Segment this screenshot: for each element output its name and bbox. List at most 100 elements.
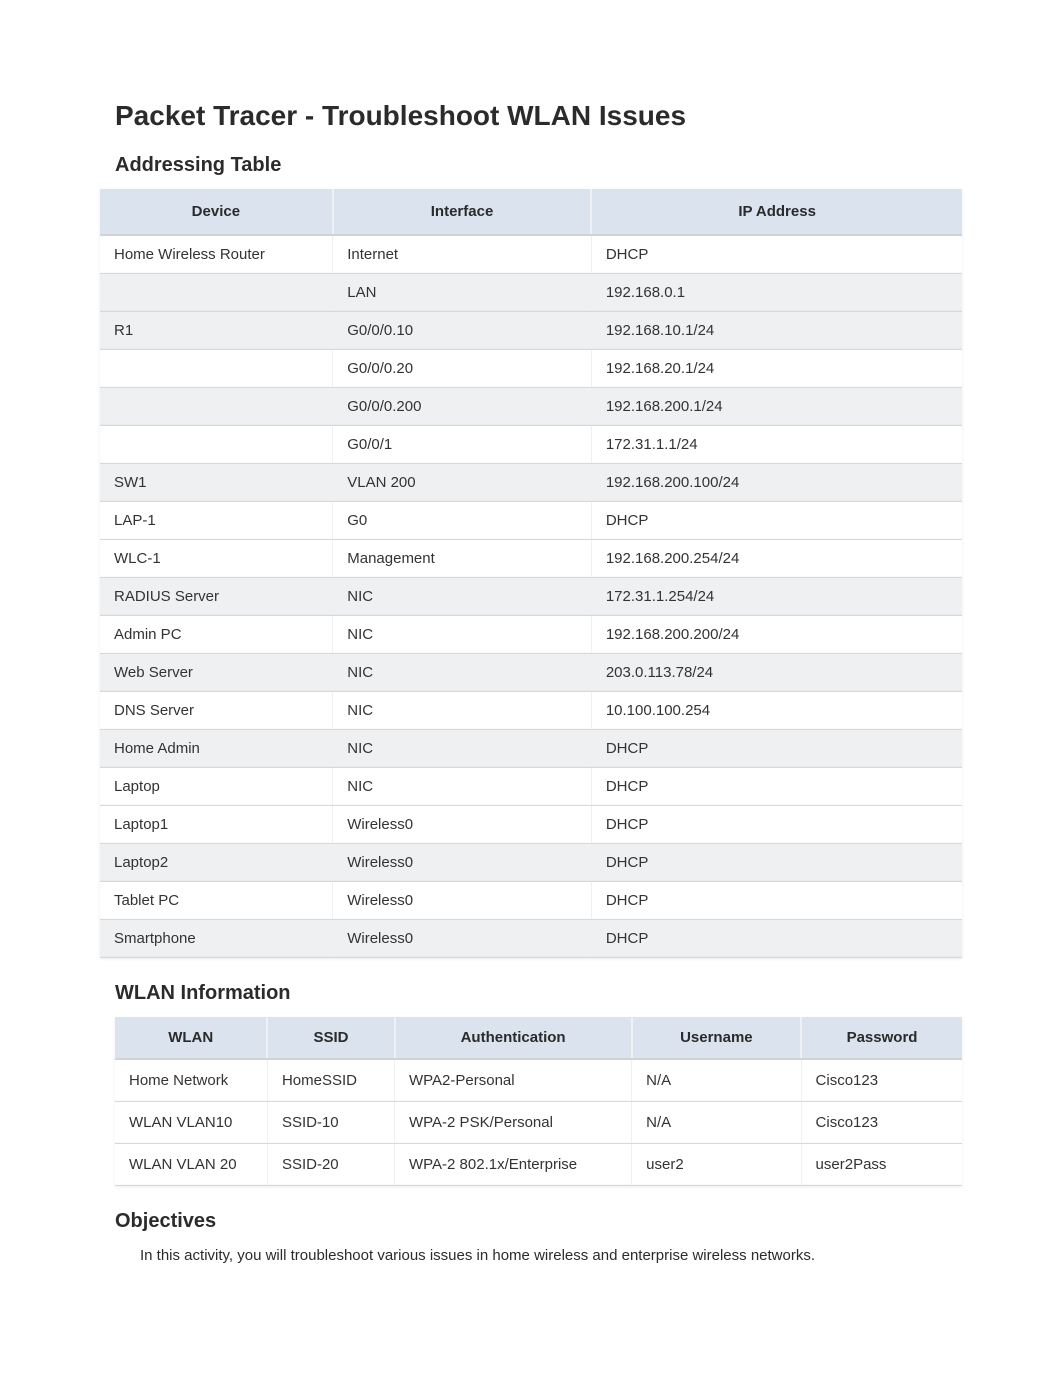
cell-wlan: WLAN VLAN10 bbox=[115, 1102, 267, 1144]
cell-user: N/A bbox=[632, 1102, 801, 1144]
cell-user: N/A bbox=[632, 1059, 801, 1102]
cell-ip: DHCP bbox=[591, 768, 962, 806]
cell-device bbox=[100, 388, 333, 426]
cell-ip: DHCP bbox=[591, 882, 962, 920]
addressing-heading: Addressing Table bbox=[115, 154, 962, 177]
table-row: G0/0/0.20192.168.20.1/24 bbox=[100, 350, 962, 388]
cell-ip: 192.168.20.1/24 bbox=[591, 350, 962, 388]
table-row: Home NetworkHomeSSIDWPA2-PersonalN/ACisc… bbox=[115, 1059, 962, 1102]
cell-ip: 192.168.200.1/24 bbox=[591, 388, 962, 426]
header-interface: Interface bbox=[333, 189, 592, 235]
cell-device: DNS Server bbox=[100, 692, 333, 730]
cell-interface: Internet bbox=[333, 235, 592, 274]
cell-interface: G0/0/1 bbox=[333, 426, 592, 464]
table-row: LAN192.168.0.1 bbox=[100, 274, 962, 312]
cell-interface: Wireless0 bbox=[333, 920, 592, 958]
header-pass: Password bbox=[801, 1017, 962, 1059]
cell-auth: WPA-2 PSK/Personal bbox=[395, 1102, 632, 1144]
cell-pass: Cisco123 bbox=[801, 1102, 962, 1144]
cell-auth: WPA2-Personal bbox=[395, 1059, 632, 1102]
table-row: Web ServerNIC203.0.113.78/24 bbox=[100, 654, 962, 692]
page-title: Packet Tracer - Troubleshoot WLAN Issues bbox=[115, 100, 962, 132]
cell-interface: NIC bbox=[333, 730, 592, 768]
cell-device: RADIUS Server bbox=[100, 578, 333, 616]
cell-ip: 10.100.100.254 bbox=[591, 692, 962, 730]
cell-interface: G0 bbox=[333, 502, 592, 540]
header-device: Device bbox=[100, 189, 333, 235]
header-ssid: SSID bbox=[267, 1017, 394, 1059]
table-row: SW1VLAN 200192.168.200.100/24 bbox=[100, 464, 962, 502]
cell-interface: LAN bbox=[333, 274, 592, 312]
cell-device: Admin PC bbox=[100, 616, 333, 654]
table-row: G0/0/0.200192.168.200.1/24 bbox=[100, 388, 962, 426]
cell-interface: G0/0/0.200 bbox=[333, 388, 592, 426]
cell-device bbox=[100, 350, 333, 388]
cell-device: Laptop1 bbox=[100, 806, 333, 844]
cell-ip: DHCP bbox=[591, 235, 962, 274]
cell-interface: G0/0/0.20 bbox=[333, 350, 592, 388]
cell-wlan: WLAN VLAN 20 bbox=[115, 1144, 267, 1186]
cell-ip: 192.168.200.100/24 bbox=[591, 464, 962, 502]
cell-ip: 172.31.1.254/24 bbox=[591, 578, 962, 616]
cell-interface: NIC bbox=[333, 616, 592, 654]
cell-interface: VLAN 200 bbox=[333, 464, 592, 502]
cell-device: Laptop bbox=[100, 768, 333, 806]
cell-ip: DHCP bbox=[591, 920, 962, 958]
cell-pass: user2Pass bbox=[801, 1144, 962, 1186]
table-row: R1G0/0/0.10192.168.10.1/24 bbox=[100, 312, 962, 350]
cell-ip: 192.168.10.1/24 bbox=[591, 312, 962, 350]
cell-interface: Wireless0 bbox=[333, 844, 592, 882]
header-auth: Authentication bbox=[395, 1017, 632, 1059]
table-row: RADIUS ServerNIC172.31.1.254/24 bbox=[100, 578, 962, 616]
header-ip: IP Address bbox=[591, 189, 962, 235]
table-row: Home AdminNICDHCP bbox=[100, 730, 962, 768]
table-row: LAP-1G0DHCP bbox=[100, 502, 962, 540]
cell-ip: DHCP bbox=[591, 806, 962, 844]
cell-ip: DHCP bbox=[591, 502, 962, 540]
cell-device: Laptop2 bbox=[100, 844, 333, 882]
table-row: WLAN VLAN10SSID-10WPA-2 PSK/PersonalN/AC… bbox=[115, 1102, 962, 1144]
cell-pass: Cisco123 bbox=[801, 1059, 962, 1102]
table-row: LaptopNICDHCP bbox=[100, 768, 962, 806]
cell-interface: NIC bbox=[333, 768, 592, 806]
cell-interface: Management bbox=[333, 540, 592, 578]
cell-wlan: Home Network bbox=[115, 1059, 267, 1102]
table-row: G0/0/1172.31.1.1/24 bbox=[100, 426, 962, 464]
cell-interface: G0/0/0.10 bbox=[333, 312, 592, 350]
cell-interface: NIC bbox=[333, 654, 592, 692]
table-row: WLC-1Management192.168.200.254/24 bbox=[100, 540, 962, 578]
wlan-heading: WLAN Information bbox=[115, 982, 962, 1005]
cell-ip: 192.168.200.254/24 bbox=[591, 540, 962, 578]
cell-device: Home Admin bbox=[100, 730, 333, 768]
table-header-row: Device Interface IP Address bbox=[100, 189, 962, 235]
cell-user: user2 bbox=[632, 1144, 801, 1186]
cell-device: Home Wireless Router bbox=[100, 235, 333, 274]
addressing-table: Device Interface IP Address Home Wireles… bbox=[100, 189, 962, 958]
cell-ip: 192.168.0.1 bbox=[591, 274, 962, 312]
objectives-heading: Objectives bbox=[115, 1210, 962, 1233]
cell-ip: 172.31.1.1/24 bbox=[591, 426, 962, 464]
header-user: Username bbox=[632, 1017, 801, 1059]
cell-device: Tablet PC bbox=[100, 882, 333, 920]
table-row: Tablet PCWireless0DHCP bbox=[100, 882, 962, 920]
table-row: Home Wireless RouterInternetDHCP bbox=[100, 235, 962, 274]
cell-ssid: SSID-20 bbox=[267, 1144, 394, 1186]
cell-device: Web Server bbox=[100, 654, 333, 692]
cell-auth: WPA-2 802.1x/Enterprise bbox=[395, 1144, 632, 1186]
wlan-table: WLAN SSID Authentication Username Passwo… bbox=[115, 1017, 962, 1186]
cell-interface: Wireless0 bbox=[333, 806, 592, 844]
cell-device bbox=[100, 426, 333, 464]
cell-device bbox=[100, 274, 333, 312]
cell-ip: DHCP bbox=[591, 844, 962, 882]
cell-device: R1 bbox=[100, 312, 333, 350]
table-row: DNS ServerNIC10.100.100.254 bbox=[100, 692, 962, 730]
table-row: Laptop1Wireless0DHCP bbox=[100, 806, 962, 844]
table-header-row: WLAN SSID Authentication Username Passwo… bbox=[115, 1017, 962, 1059]
objectives-text: In this activity, you will troubleshoot … bbox=[140, 1245, 962, 1268]
cell-device: Smartphone bbox=[100, 920, 333, 958]
cell-device: SW1 bbox=[100, 464, 333, 502]
table-row: WLAN VLAN 20SSID-20WPA-2 802.1x/Enterpri… bbox=[115, 1144, 962, 1186]
cell-interface: NIC bbox=[333, 578, 592, 616]
cell-device: LAP-1 bbox=[100, 502, 333, 540]
cell-interface: NIC bbox=[333, 692, 592, 730]
